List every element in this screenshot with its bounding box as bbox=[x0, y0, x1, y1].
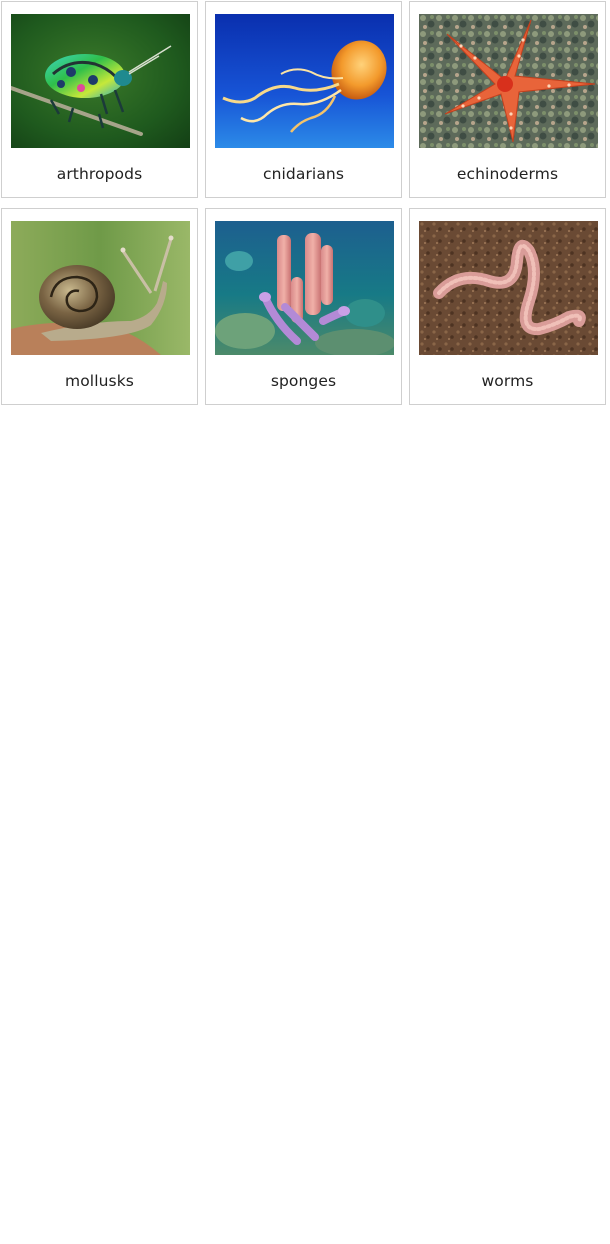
card-worms: worms bbox=[409, 208, 606, 405]
card-arthropods: arthropods bbox=[1, 1, 198, 198]
starfish-photo bbox=[419, 14, 598, 148]
sponge-photo bbox=[215, 221, 394, 355]
card-echinoderms: echinoderms bbox=[409, 1, 606, 198]
card-label: arthropods bbox=[56, 165, 143, 183]
card-label: echinoderms bbox=[456, 165, 559, 183]
jellyfish-photo bbox=[215, 14, 394, 148]
card-mollusks: mollusks bbox=[1, 208, 198, 405]
card-label: worms bbox=[481, 372, 534, 390]
snail-photo bbox=[11, 221, 190, 355]
card-label: sponges bbox=[270, 372, 337, 390]
beetle-photo bbox=[11, 14, 190, 148]
card-sponges: sponges bbox=[205, 208, 402, 405]
card-label: mollusks bbox=[65, 372, 134, 390]
earthworm-photo bbox=[419, 221, 598, 355]
card-label: cnidarians bbox=[262, 165, 345, 183]
card-cnidarians: cnidarians bbox=[205, 1, 402, 198]
